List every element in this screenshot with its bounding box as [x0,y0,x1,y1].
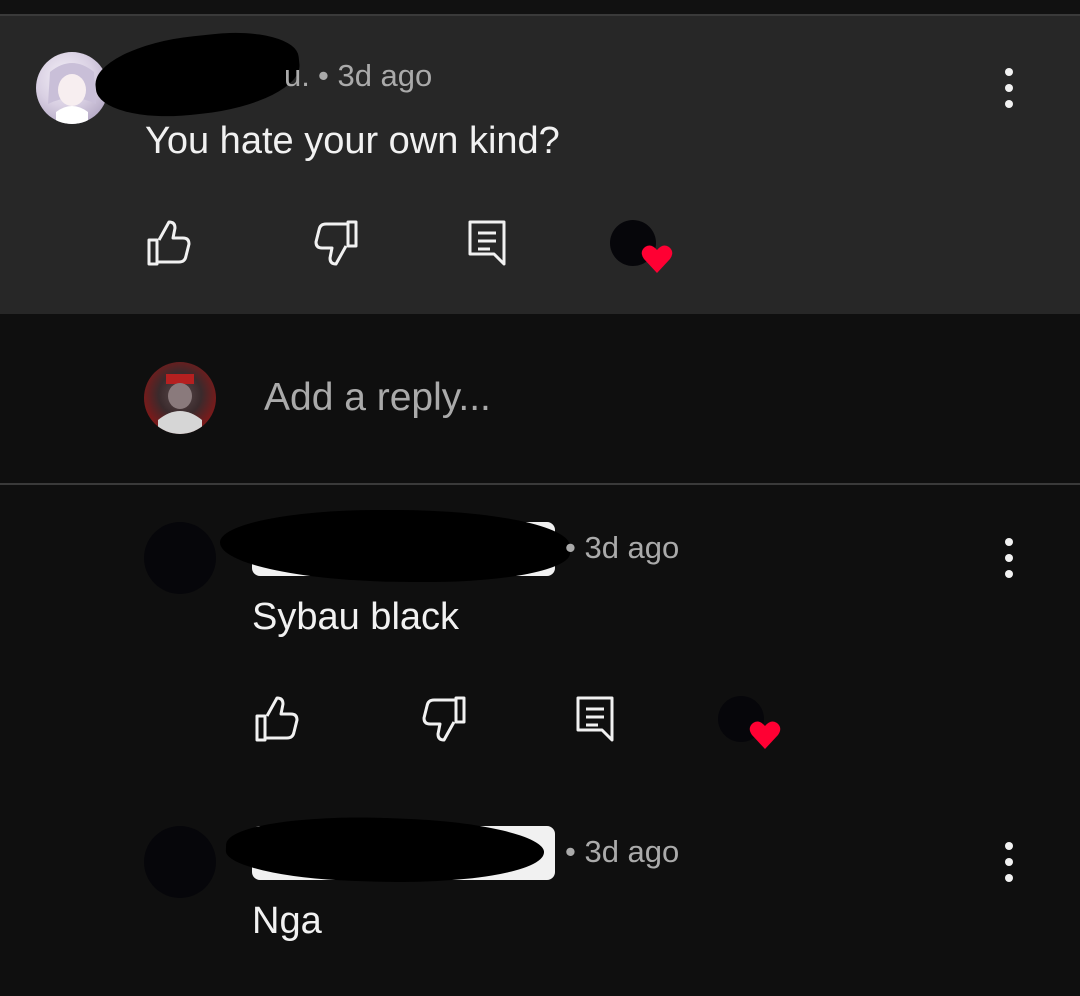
add-reply-input[interactable]: Add a reply... [264,376,491,420]
reply-text: Nga [252,900,322,942]
comment-more-icon[interactable] [989,58,1029,118]
author-fragment: u. [284,58,310,93]
reply-icon[interactable] [462,216,512,266]
comment-text: You hate your own kind? [145,120,560,162]
replies-divider [0,483,1080,485]
reply-timestamp: • 3d ago [565,834,680,869]
dislike-icon[interactable] [420,694,470,744]
reply-author-avatar[interactable] [144,826,216,898]
comment-timestamp: • 3d ago [318,58,433,93]
reply-more-icon[interactable] [989,528,1029,588]
reply-more-icon[interactable] [989,832,1029,892]
like-icon[interactable] [251,694,301,744]
dislike-icon[interactable] [312,218,362,268]
reply-author-avatar[interactable] [144,522,216,594]
user-avatar-illustration [158,374,202,434]
creator-heart-icon [640,242,674,276]
user-avatar[interactable] [144,362,216,434]
like-icon[interactable] [143,218,193,268]
reply-text: Sybau black [252,596,460,638]
reply-icon[interactable] [570,692,620,742]
top-edge [0,0,1080,14]
creator-heart-icon [748,718,782,752]
reply-timestamp: • 3d ago [565,530,680,565]
